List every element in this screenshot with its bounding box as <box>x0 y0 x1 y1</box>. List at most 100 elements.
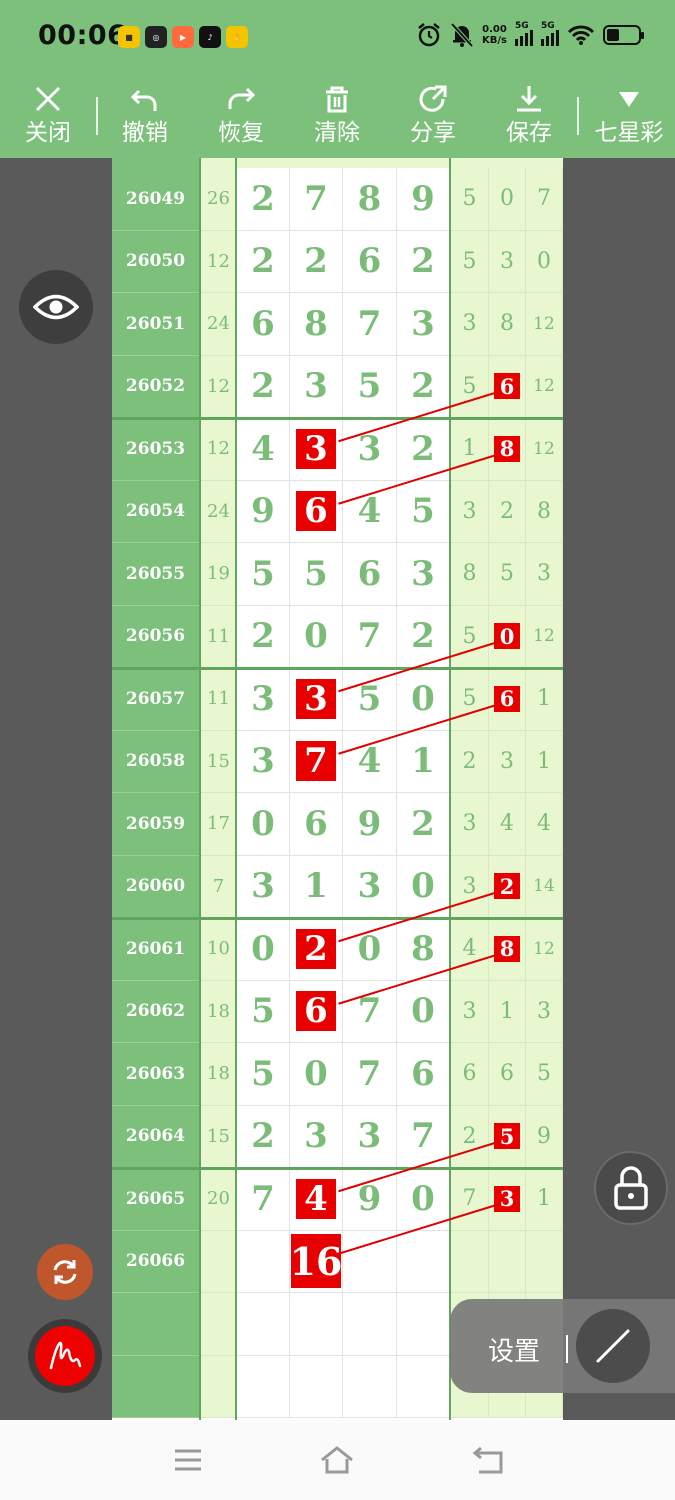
digit-1-cell: 3 <box>237 668 290 731</box>
digit-4-cell: 0 <box>397 668 450 731</box>
back-nav-button[interactable] <box>468 1442 508 1478</box>
refresh-button[interactable] <box>37 1244 93 1300</box>
sum-cell <box>201 1230 236 1293</box>
sum-cell: 10 <box>201 918 236 981</box>
table-row: 26062 18 5 6 7 0 3 1 3 <box>112 980 563 1043</box>
digit-4-cell: 9 <box>397 168 450 231</box>
lottery-trend-grid[interactable]: 26049 26 2 7 8 9 5 0 7 26050 12 2 2 6 2 5 3 0 26051 24 6 8 7 3 3… <box>112 158 563 1420</box>
digit-2-cell: 2 <box>290 230 343 293</box>
home-nav-button[interactable] <box>317 1442 357 1478</box>
tail-1-cell: 2 <box>451 730 489 793</box>
undo-button[interactable]: 撤销 <box>105 79 185 147</box>
trash-icon <box>326 86 348 113</box>
tail-1-cell: 5 <box>451 355 489 418</box>
digit-3-cell: 3 <box>343 855 397 918</box>
digit-2-cell: 3 <box>290 418 343 481</box>
tail-2-cell: 8 <box>489 293 526 356</box>
app-screen: 00:06 ■ ◎ ▶ ♪ ✋ 0.00 KB/s 5G 5G 关闭 撤销 恢复… <box>0 0 675 1500</box>
digit-1-cell: 0 <box>237 918 290 981</box>
system-navigation-bar <box>0 1420 675 1500</box>
share-icon <box>419 85 447 112</box>
highlighted-tail-number: 2 <box>494 873 520 900</box>
tail-3-cell: 3 <box>526 980 563 1043</box>
lottery-type-dropdown[interactable]: 七星彩 <box>585 79 673 147</box>
save-label: 保存 <box>506 120 552 146</box>
digit-4-cell: 2 <box>397 355 450 418</box>
sum-cell: 17 <box>201 793 236 856</box>
triangle-down-icon <box>619 92 639 107</box>
tail-1-cell: 7 <box>451 1168 489 1231</box>
highlighted-digit: 7 <box>296 741 336 782</box>
network-speed-unit: KB/s <box>482 35 507 46</box>
digit-4-cell: 5 <box>397 480 450 543</box>
table-row: 26063 18 5 0 7 6 6 6 5 <box>112 1043 563 1106</box>
digit-1-cell: 2 <box>237 605 290 668</box>
table-row: 26051 24 6 8 7 3 3 8 12 <box>112 293 563 356</box>
digit-1-cell: 3 <box>237 855 290 918</box>
share-button[interactable]: 分享 <box>393 79 473 147</box>
digit-3-cell: 5 <box>343 668 397 731</box>
tail-3-cell <box>526 1230 563 1293</box>
close-label: 关闭 <box>25 120 71 146</box>
digit-2-cell: 2 <box>290 918 343 981</box>
digit-3-cell: 4 <box>343 480 397 543</box>
sum-cell: 11 <box>201 668 236 731</box>
issue-number-cell: 26053 <box>112 418 199 481</box>
digit-2-cell: 7 <box>290 730 343 793</box>
signal-strength-1-icon: 5G <box>515 21 533 46</box>
digit-2-cell: 16 <box>290 1230 343 1293</box>
digit-1-cell: 2 <box>237 230 290 293</box>
issue-number-cell: 26057 <box>112 668 199 731</box>
highlighted-digit: 3 <box>296 678 336 719</box>
highlighted-digit: 16 <box>290 1234 342 1289</box>
digit-3-cell: 8 <box>343 168 397 231</box>
tail-3-cell: 0 <box>526 230 563 293</box>
highlighted-tail-number: 3 <box>494 1185 520 1212</box>
digit-4-cell: 0 <box>397 855 450 918</box>
grid-column-divider <box>235 158 237 1420</box>
digit-1-cell: 9 <box>237 480 290 543</box>
menu-nav-button[interactable] <box>168 1442 208 1478</box>
table-row: 26049 26 2 7 8 9 5 0 7 <box>112 168 563 231</box>
highlighted-tail-number: 8 <box>494 935 520 962</box>
digit-1-cell: 5 <box>237 1043 290 1106</box>
digit-1-cell <box>237 1230 290 1293</box>
sum-cell: 12 <box>201 418 236 481</box>
table-row: 26059 17 0 6 9 2 3 4 4 <box>112 793 563 856</box>
table-row: 26064 15 2 3 3 7 2 5 9 <box>112 1105 563 1168</box>
visibility-toggle-button[interactable] <box>19 270 93 344</box>
tail-3-cell: 7 <box>526 168 563 231</box>
lock-button[interactable] <box>594 1151 668 1225</box>
tail-3-cell: 5 <box>526 1043 563 1106</box>
refresh-icon <box>53 1260 77 1284</box>
sum-cell: 11 <box>201 605 236 668</box>
tail-3-cell: 12 <box>526 918 563 981</box>
tail-2-cell: 5 <box>489 543 526 606</box>
tail-2-cell: 2 <box>489 480 526 543</box>
notification-app-icons: ■ ◎ ▶ ♪ ✋ <box>118 26 248 48</box>
tail-3-cell: 12 <box>526 293 563 356</box>
tail-2-cell: 8 <box>489 418 526 481</box>
table-row: 26056 11 2 0 7 2 5 0 12 <box>112 605 563 668</box>
digit-4-cell <box>397 1355 450 1418</box>
undo-label: 撤销 <box>122 120 168 146</box>
tail-2-cell: 4 <box>489 793 526 856</box>
tail-2-cell: 2 <box>489 855 526 918</box>
highlighted-digit: 4 <box>296 1178 336 1219</box>
redo-button[interactable]: 恢复 <box>201 79 281 147</box>
digit-2-cell: 6 <box>290 480 343 543</box>
digit-1-cell: 5 <box>237 980 290 1043</box>
issue-number-cell: 26066 <box>112 1230 199 1293</box>
signal-1-label: 5G <box>515 21 529 31</box>
eye-icon <box>33 294 79 320</box>
close-button[interactable]: 关闭 <box>8 79 88 147</box>
line-tool-button[interactable] <box>576 1309 650 1383</box>
digit-2-cell: 3 <box>290 668 343 731</box>
save-button[interactable]: 保存 <box>489 79 569 147</box>
hand-app-icon: ✋ <box>226 26 248 48</box>
issue-number-cell: 26065 <box>112 1168 199 1231</box>
settings-button[interactable]: 设置 <box>488 1331 540 1368</box>
clear-button[interactable]: 清除 <box>297 79 377 147</box>
pen-tool-button[interactable] <box>28 1319 102 1393</box>
digit-2-cell <box>290 1355 343 1418</box>
